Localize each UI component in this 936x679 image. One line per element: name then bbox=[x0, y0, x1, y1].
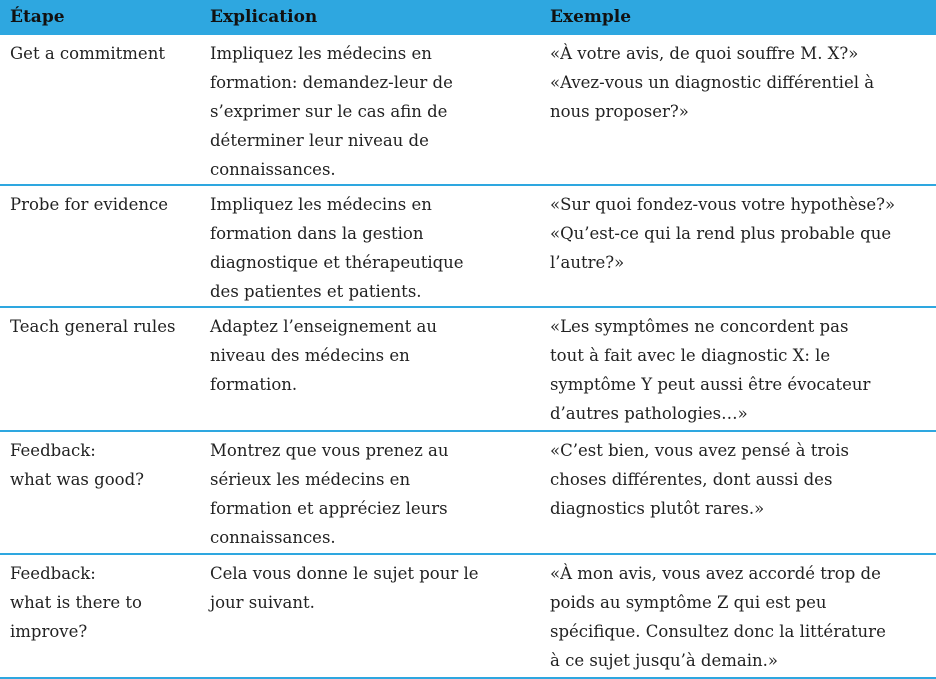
cell-text-line: des patientes et patients. bbox=[210, 282, 422, 301]
explanation-cell: Adaptez l’enseignement au niveau des méde… bbox=[200, 306, 540, 431]
cell-text-line: improve? bbox=[10, 622, 88, 641]
cell-text-line: «Les symptômes ne concordent pas bbox=[550, 317, 849, 336]
cell-text-line: nous proposer?» bbox=[550, 102, 689, 121]
table-row: Teach general rules Adaptez l’enseignemen… bbox=[0, 306, 936, 431]
cell-text-line: l’autre?» bbox=[550, 253, 625, 272]
cell-text-line: diagnostics plutôt rares.» bbox=[550, 499, 765, 518]
cell-text-line: formation et appréciez leurs bbox=[210, 499, 448, 518]
table-row: Feedback: what was good? Montrez que vous … bbox=[0, 430, 936, 554]
cell-text-line: Get a commitment bbox=[10, 44, 165, 63]
cell-text-line: connaissances. bbox=[210, 528, 336, 547]
cell-text-line: poids au symptôme Z qui est peu bbox=[550, 593, 827, 612]
example-cell: «À mon avis, vous avez accordé trop de po… bbox=[540, 553, 936, 679]
header-example: Exemple bbox=[540, 0, 936, 34]
example-cell: «Les symptômes ne concordent pas tout à f… bbox=[540, 306, 936, 431]
cell-text-line: tout à fait avec le diagnostic X: le bbox=[550, 346, 831, 365]
cell-text-line: sérieux les médecins en bbox=[210, 470, 411, 489]
cell-text-line: «C’est bien, vous avez pensé à trois bbox=[550, 441, 849, 460]
cell-text-line: déterminer leur niveau de bbox=[210, 131, 429, 150]
step-cell: Teach general rules bbox=[0, 306, 200, 431]
cell-text-line: formation dans la gestion bbox=[210, 224, 424, 243]
cell-text-line: Feedback: bbox=[10, 564, 96, 583]
cell-text-line: symptôme Y peut aussi être évocateur bbox=[550, 375, 871, 394]
explanation-cell: Impliquez les médecins en formation: dema… bbox=[200, 33, 540, 185]
table-row: Probe for evidence Impliquez les médecins… bbox=[0, 184, 936, 307]
cell-text-line: s’exprimer sur le cas afin de bbox=[210, 102, 448, 121]
cell-text-line: Impliquez les médecins en bbox=[210, 195, 432, 214]
cell-text-line: Probe for evidence bbox=[10, 195, 168, 214]
teaching-steps-table: Étape Explication Exemple Get a commitme… bbox=[0, 0, 936, 679]
step-cell: Feedback: what is there to improve? bbox=[0, 553, 200, 679]
cell-text-line: jour suivant. bbox=[210, 593, 315, 612]
table-row: Feedback: what is there to improve? Cela vo… bbox=[0, 553, 936, 679]
table-row: Get a commitment Impliquez les médecins e… bbox=[0, 33, 936, 185]
cell-text-line: spécifique. Consultez donc la littératur… bbox=[550, 622, 886, 641]
cell-text-line: what was good? bbox=[10, 470, 144, 489]
example-cell: «Sur quoi fondez-vous votre hypothèse?» «… bbox=[540, 184, 936, 307]
cell-text-line: «Sur quoi fondez-vous votre hypothèse?» bbox=[550, 195, 896, 214]
cell-text-line: Feedback: bbox=[10, 441, 96, 460]
cell-text-line: Impliquez les médecins en bbox=[210, 44, 432, 63]
explanation-cell: Montrez que vous prenez au sérieux les mé… bbox=[200, 430, 540, 554]
cell-text-line: «Qu’est-ce qui la rend plus probable que bbox=[550, 224, 892, 243]
table-header: Étape Explication Exemple bbox=[0, 0, 936, 34]
header-step: Étape bbox=[0, 0, 200, 34]
example-cell: «C’est bien, vous avez pensé à trois chos… bbox=[540, 430, 936, 554]
step-cell: Probe for evidence bbox=[0, 184, 200, 307]
cell-text-line: formation: demandez-leur de bbox=[210, 73, 453, 92]
cell-text-line: Montrez que vous prenez au bbox=[210, 441, 449, 460]
step-cell: Get a commitment bbox=[0, 33, 200, 185]
cell-text-line: connaissances. bbox=[210, 160, 336, 179]
header-explanation: Explication bbox=[200, 0, 540, 34]
cell-text-line: d’autres pathologies…» bbox=[550, 404, 748, 423]
cell-text-line: what is there to bbox=[10, 593, 142, 612]
cell-text-line: Adaptez l’enseignement au bbox=[210, 317, 437, 336]
cell-text-line: «À mon avis, vous avez accordé trop de bbox=[550, 564, 881, 583]
example-cell: «À votre avis, de quoi souffre M. X?» «Av… bbox=[540, 33, 936, 185]
cell-text-line: Cela vous donne le sujet pour le bbox=[210, 564, 479, 583]
cell-text-line: «À votre avis, de quoi souffre M. X?» bbox=[550, 44, 859, 63]
cell-text-line: choses différentes, dont aussi des bbox=[550, 470, 833, 489]
cell-text-line: Teach general rules bbox=[10, 317, 176, 336]
explanation-cell: Impliquez les médecins en formation dans … bbox=[200, 184, 540, 307]
cell-text-line: à ce sujet jusqu’à demain.» bbox=[550, 651, 778, 670]
step-cell: Feedback: what was good? bbox=[0, 430, 200, 554]
cell-text-line: niveau des médecins en bbox=[210, 346, 410, 365]
cell-text-line: «Avez-vous un diagnostic différentiel à bbox=[550, 73, 875, 92]
cell-text-line: formation. bbox=[210, 375, 298, 394]
explanation-cell: Cela vous donne le sujet pour le jour sui… bbox=[200, 553, 540, 679]
cell-text-line: diagnostique et thérapeutique bbox=[210, 253, 464, 272]
